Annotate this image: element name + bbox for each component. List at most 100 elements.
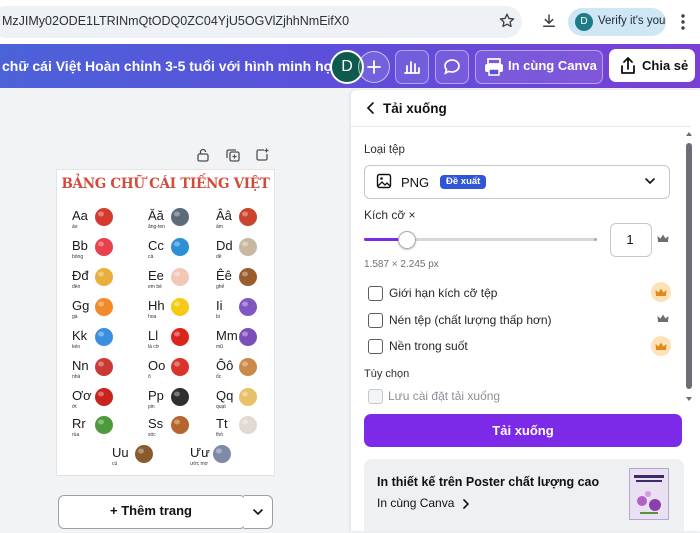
scissors-illustration <box>95 328 113 346</box>
comment-button[interactable] <box>435 50 469 84</box>
poster-word: cá <box>148 254 154 260</box>
comment-icon <box>444 59 460 75</box>
poster-letter: Tt <box>216 416 228 431</box>
slider-end-dot <box>594 238 597 241</box>
turtle-illustration <box>95 416 113 434</box>
poster-word: dê <box>216 254 222 260</box>
lamp-illustration <box>95 268 113 286</box>
dream-illustration <box>213 445 231 463</box>
chevron-down-icon <box>645 178 655 185</box>
poster-letter: Đđ <box>72 268 89 283</box>
poster-letter: Ll <box>148 328 159 343</box>
panel-title: Tải xuống <box>383 101 447 116</box>
divider <box>351 126 691 127</box>
scrollbar-thumb[interactable] <box>686 143 692 389</box>
insights-button[interactable] <box>395 50 429 84</box>
crown-icon <box>655 342 667 350</box>
size-input-value[interactable]: 1 <box>610 232 650 247</box>
print-label: In cùng Canva <box>508 58 597 73</box>
chevron-down-icon <box>253 509 263 516</box>
filetype-value: PNG <box>401 175 430 190</box>
poster-letter: Ôô <box>216 358 234 373</box>
poster-word: kéo <box>72 344 81 350</box>
poster-word: đèn <box>72 284 81 290</box>
fish-illustration <box>171 238 189 256</box>
poster-letter: Qq <box>216 388 234 403</box>
poster-title: BẢNG CHỮ CÁI TIẾNG VIỆT <box>61 176 270 192</box>
hat-illustration <box>239 328 257 346</box>
poster-word: bi <box>216 314 220 320</box>
promo-link[interactable]: In cùng Canva <box>377 496 454 510</box>
poster-letter: Aa <box>72 208 88 223</box>
flag-illustration <box>171 328 189 346</box>
battery-illustration <box>171 388 189 406</box>
lock-icon[interactable] <box>195 147 211 163</box>
poster-word: áo <box>72 224 78 230</box>
limit-size-checkbox[interactable] <box>368 286 383 301</box>
bar-chart-icon <box>404 61 420 74</box>
house-illustration <box>95 358 113 376</box>
poster-letter: Dd <box>216 238 233 253</box>
poster-word: ăng-ten <box>148 224 165 230</box>
crown-icon <box>657 314 669 322</box>
bookmark-star-icon[interactable] <box>498 12 516 30</box>
chili-illustration <box>95 388 113 406</box>
poster-word: nhà <box>72 374 81 380</box>
save-settings-label: Lưu cài đặt tải xuống <box>388 389 501 403</box>
download-button-label: Tải xuống <box>492 423 554 438</box>
transparent-bg-checkbox[interactable] <box>368 339 383 354</box>
chair-illustration <box>239 268 257 286</box>
poster-word: ấm <box>216 224 223 230</box>
profile-avatar: D <box>575 13 593 31</box>
poster-word: thỏ <box>216 432 223 438</box>
add-page-dropdown[interactable] <box>244 495 273 529</box>
balloon-illustration <box>95 238 113 256</box>
limit-size-label: Giới hạn kích cỡ tệp <box>389 286 498 300</box>
poster-letter: Hh <box>148 298 165 313</box>
save-settings-checkbox[interactable] <box>368 389 383 404</box>
poster-letter: Nn <box>72 358 89 373</box>
download-icon[interactable] <box>540 12 558 30</box>
umbrella-illustration <box>171 358 189 376</box>
kettle-illustration <box>239 208 257 226</box>
filetype-label: Loại tệp <box>364 144 405 156</box>
pro-badge <box>651 282 671 302</box>
squirrel-illustration <box>171 416 189 434</box>
scroll-down-icon[interactable] <box>685 395 693 403</box>
verify-label: Verify it's you <box>598 15 666 27</box>
kebab-menu-icon[interactable] <box>676 12 690 32</box>
chicken-illustration <box>95 298 113 316</box>
share-icon <box>621 57 635 74</box>
poster-word: quạt <box>216 404 226 410</box>
chevron-left-icon[interactable] <box>364 101 378 115</box>
fan-illustration <box>239 388 257 406</box>
poster-word: ô <box>148 374 151 380</box>
compress-checkbox[interactable] <box>368 313 383 328</box>
duplicate-page-icon[interactable] <box>225 147 241 163</box>
poster-word: bóng <box>72 254 84 260</box>
add-page-icon[interactable] <box>254 147 270 163</box>
compress-label: Nén tệp (chất lượng thấp hơn) <box>389 313 552 327</box>
scroll-up-icon[interactable] <box>685 130 693 138</box>
image-file-icon <box>376 173 392 189</box>
poster-letter: Bb <box>72 238 88 253</box>
poster-letter: Ăă <box>148 208 164 223</box>
poster-letter: Oo <box>148 358 166 373</box>
size-label: Kích cỡ × <box>364 208 416 222</box>
chevron-right-icon[interactable] <box>461 498 471 510</box>
printer-icon <box>485 58 503 76</box>
document-title[interactable]: chữ cái Việt Hoàn chỉnh 3-5 tuổi với hìn… <box>2 58 363 74</box>
poster-word: em bé <box>148 284 162 290</box>
crown-icon <box>655 288 667 296</box>
transparent-bg-label: Nền trong suốt <box>389 339 468 353</box>
url-text[interactable]: MzJIMy02ODE1LTRINmQtODQ0ZC04YjU5OGVlZjhh… <box>2 14 349 28</box>
poster-letter: Uu <box>112 445 129 460</box>
poster-letter: Ss <box>148 416 164 431</box>
poster-word: hoa <box>148 314 157 320</box>
shirt-illustration <box>95 208 113 226</box>
rabbit-illustration <box>239 416 257 434</box>
size-slider-thumb[interactable] <box>398 231 416 249</box>
poster-word: cú <box>112 461 118 467</box>
add-collaborator-button[interactable] <box>358 51 390 83</box>
poster-word: lá cờ <box>148 344 160 350</box>
